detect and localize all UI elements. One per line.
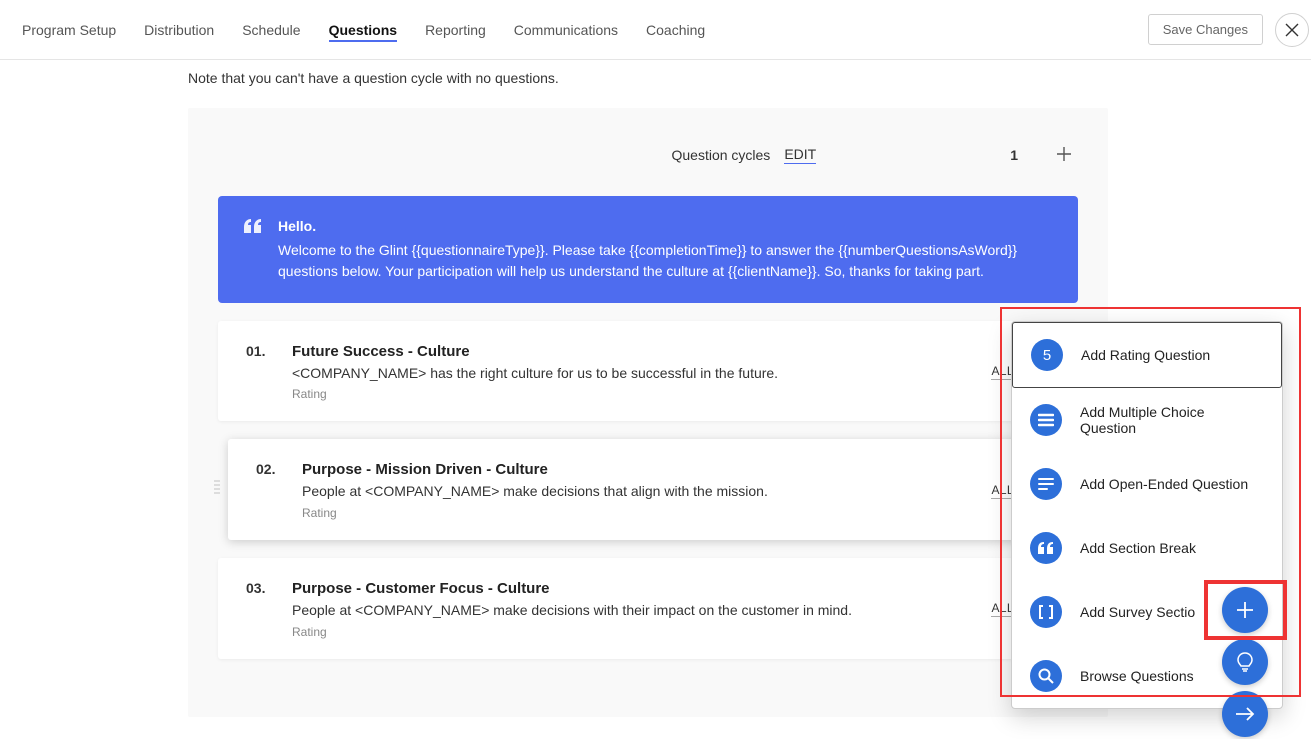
cycles-edit-link[interactable]: EDIT (784, 146, 816, 164)
popup-item-open-ended[interactable]: Add Open-Ended Question (1012, 452, 1282, 516)
tab-schedule[interactable]: Schedule (242, 0, 300, 59)
popup-label: Add Multiple Choice Question (1080, 404, 1264, 436)
popup-label: Add Rating Question (1081, 347, 1210, 363)
quote-icon (244, 218, 262, 238)
popup-label: Add Survey Sectio (1080, 604, 1195, 620)
close-button[interactable] (1275, 13, 1309, 47)
tab-coaching[interactable]: Coaching (646, 0, 705, 59)
cycles-add-button[interactable] (1056, 146, 1074, 164)
question-type: Rating (302, 506, 971, 520)
question-body: Future Success - Culture <COMPANY_NAME> … (292, 343, 991, 402)
cycles-count: 1 (1010, 147, 1018, 163)
question-body: Purpose - Customer Focus - Culture Peopl… (292, 580, 991, 639)
intro-body: Welcome to the Glint {{questionnaireType… (278, 240, 1050, 281)
lightbulb-icon (1236, 652, 1254, 672)
fab-idea[interactable] (1222, 639, 1268, 685)
lines-icon (1030, 468, 1062, 500)
questions-panel: Question cycles EDIT 1 Hello. Welcome to… (188, 108, 1108, 717)
question-number: 01. (246, 343, 292, 402)
plus-icon (1056, 146, 1072, 162)
note-text: Note that you can't have a question cycl… (188, 70, 1311, 86)
fab-next[interactable] (1222, 691, 1268, 737)
question-type: Rating (292, 625, 971, 639)
fab-add[interactable] (1222, 587, 1268, 633)
cycles-bar: Question cycles EDIT 1 (188, 108, 1108, 174)
question-number: 02. (256, 461, 302, 520)
fab-stack (1222, 587, 1268, 737)
popup-label: Browse Questions (1080, 668, 1194, 684)
question-text: <COMPANY_NAME> has the right culture for… (292, 364, 971, 384)
question-text: People at <COMPANY_NAME> make decisions … (302, 482, 971, 502)
plus-icon (1235, 600, 1255, 620)
question-body: Purpose - Mission Driven - Culture Peopl… (302, 461, 991, 520)
tabs: Program Setup Distribution Schedule Ques… (0, 0, 705, 59)
rating-five-icon: 5 (1031, 339, 1063, 371)
question-card-1[interactable]: 01. Future Success - Culture <COMPANY_NA… (218, 321, 1078, 422)
tab-questions[interactable]: Questions (329, 0, 397, 59)
popup-label: Add Open-Ended Question (1080, 476, 1248, 492)
question-card-3[interactable]: 03. Purpose - Customer Focus - Culture P… (218, 558, 1078, 659)
question-type: Rating (292, 387, 971, 401)
intro-card[interactable]: Hello. Welcome to the Glint {{questionna… (218, 196, 1078, 303)
question-title: Future Success - Culture (292, 343, 971, 360)
popup-item-rating[interactable]: 5 Add Rating Question (1012, 322, 1282, 388)
popup-item-section-break[interactable]: Add Section Break (1012, 516, 1282, 580)
save-button[interactable]: Save Changes (1148, 14, 1263, 45)
tab-program-setup[interactable]: Program Setup (22, 0, 116, 59)
question-number: 03. (246, 580, 292, 639)
tab-reporting[interactable]: Reporting (425, 0, 486, 59)
question-title: Purpose - Customer Focus - Culture (292, 580, 971, 597)
quote-icon (1030, 532, 1062, 564)
list-icon (1030, 404, 1062, 436)
tab-communications[interactable]: Communications (514, 0, 618, 59)
topbar-actions: Save Changes (1148, 13, 1299, 47)
tab-distribution[interactable]: Distribution (144, 0, 214, 59)
search-icon (1030, 660, 1062, 692)
popup-label: Add Section Break (1080, 540, 1196, 556)
intro-hello: Hello. (278, 216, 1050, 236)
question-text: People at <COMPANY_NAME> make decisions … (292, 601, 971, 621)
question-card-2[interactable]: 02. Purpose - Mission Driven - Culture P… (228, 439, 1078, 540)
question-title: Purpose - Mission Driven - Culture (302, 461, 971, 478)
arrow-right-icon (1235, 706, 1255, 722)
bracket-icon (1030, 596, 1062, 628)
cycles-label: Question cycles (671, 147, 770, 163)
topbar: Program Setup Distribution Schedule Ques… (0, 0, 1311, 60)
popup-item-multiple-choice[interactable]: Add Multiple Choice Question (1012, 388, 1282, 452)
close-icon (1285, 23, 1299, 37)
